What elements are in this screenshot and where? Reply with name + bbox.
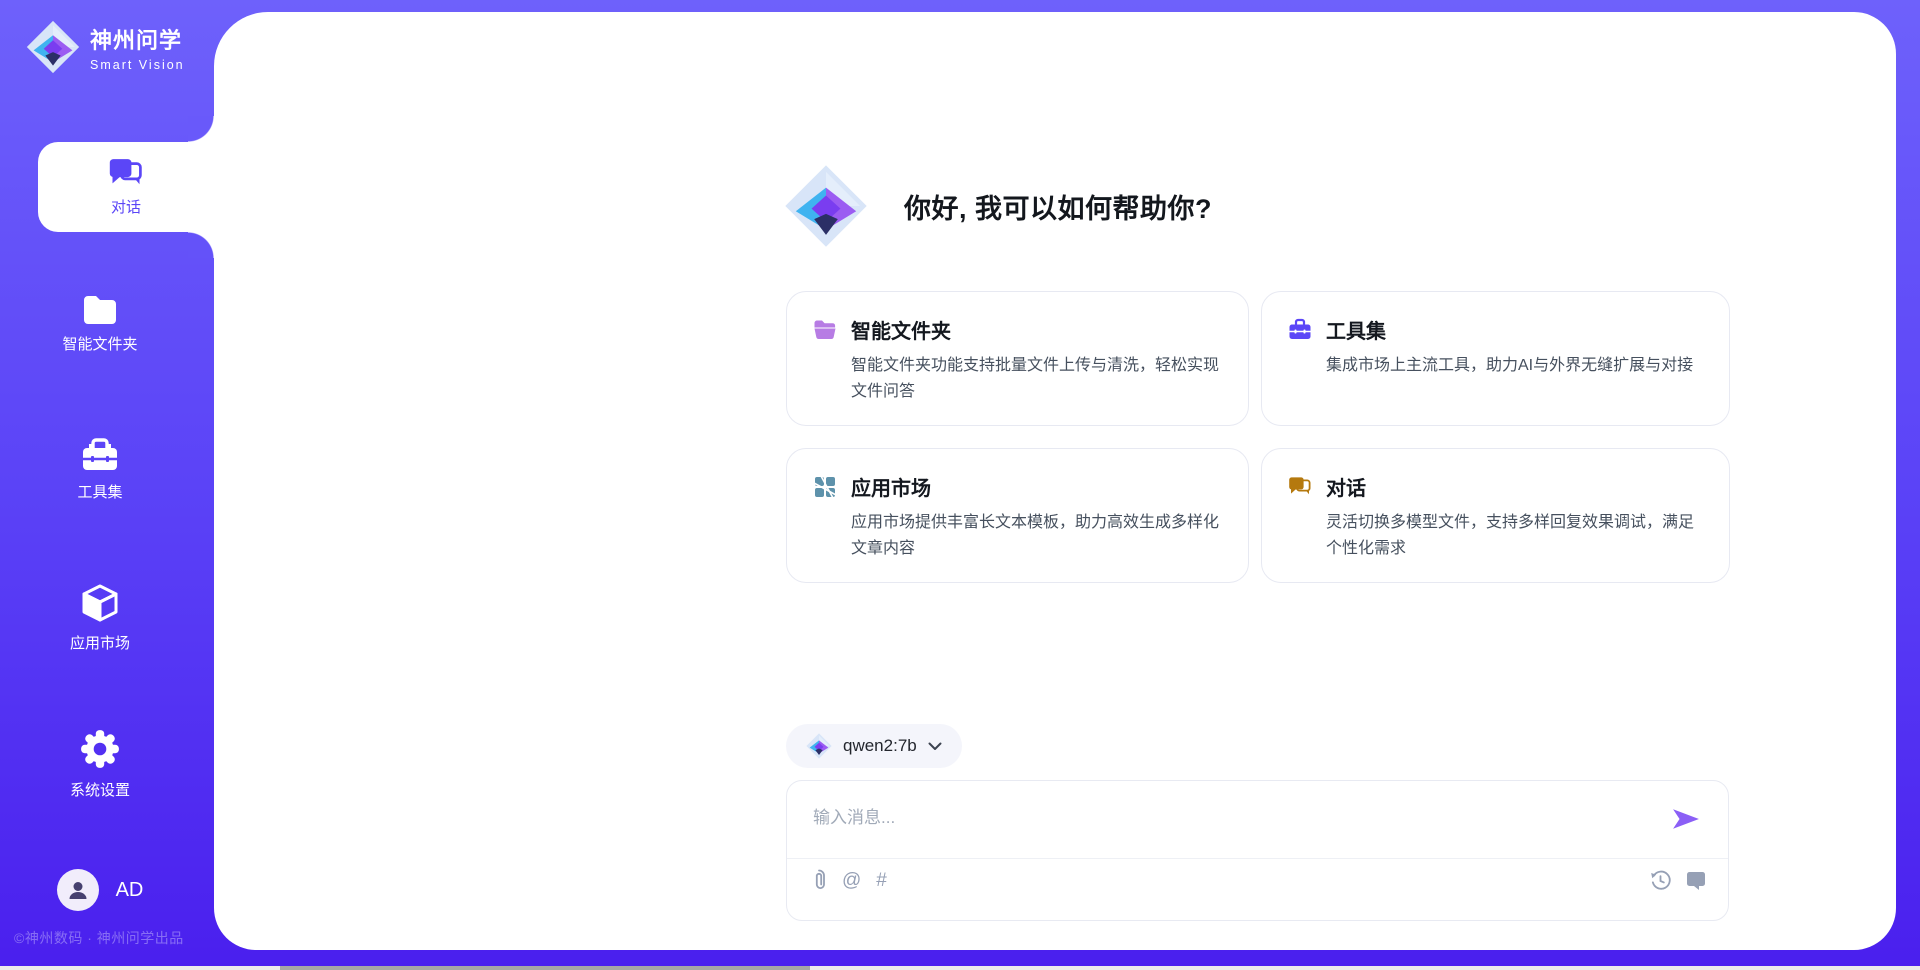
- main-panel: 你好, 我可以如何帮助你? 智能文件夹 智能文件夹功能支持批量文件上传与清洗，轻…: [214, 12, 1896, 950]
- card-toolset[interactable]: 工具集 集成市场上主流工具，助力AI与外界无缝扩展与对接: [1261, 291, 1730, 426]
- brand-logo-icon: [26, 20, 80, 74]
- card-title: 应用市场: [851, 472, 931, 501]
- card-description: 智能文件夹功能支持批量文件上传与清洗，轻松实现文件问答: [851, 353, 1222, 405]
- model-name: qwen2:7b: [843, 736, 917, 756]
- sidebar-item-label: 对话: [111, 196, 141, 217]
- hash-icon[interactable]: #: [876, 871, 887, 890]
- tab-curve-bottom: [188, 232, 214, 258]
- app-root: 神州问学 Smart Vision 对话 智能文件夹: [0, 0, 1920, 970]
- grid-icon: [813, 475, 837, 499]
- model-selector[interactable]: qwen2:7b: [786, 724, 962, 768]
- chat-icon: [108, 157, 144, 190]
- sidebar-item-app-market[interactable]: 应用市场: [0, 583, 200, 653]
- folder-icon: [813, 318, 837, 342]
- card-title: 工具集: [1326, 315, 1386, 344]
- history-icon[interactable]: [1650, 870, 1671, 891]
- sidebar-item-label: 智能文件夹: [62, 333, 137, 354]
- folder-icon: [82, 294, 118, 324]
- chevron-down-icon: [928, 742, 942, 751]
- cube-icon: [80, 583, 120, 623]
- card-description: 集成市场上主流工具，助力AI与外界无缝扩展与对接: [1326, 353, 1703, 379]
- sidebar-item-toolset[interactable]: 工具集: [0, 438, 200, 502]
- card-description: 应用市场提供丰富长文本模板，助力高效生成多样化文章内容: [851, 510, 1222, 562]
- horizontal-scrollbar-thumb[interactable]: [280, 966, 810, 970]
- user-profile[interactable]: AD: [0, 869, 200, 911]
- sidebar-item-chat[interactable]: 对话: [38, 142, 214, 232]
- brand-logo-icon: [806, 733, 832, 759]
- toolbox-icon: [81, 438, 119, 472]
- chat-icon: [1288, 475, 1312, 499]
- person-icon: [66, 878, 90, 902]
- sidebar-item-settings[interactable]: 系统设置: [0, 728, 200, 800]
- card-smart-folders[interactable]: 智能文件夹 智能文件夹功能支持批量文件上传与清洗，轻松实现文件问答: [786, 291, 1249, 426]
- sidebar-item-smart-folders[interactable]: 智能文件夹: [0, 294, 200, 354]
- feature-cards: 智能文件夹 智能文件夹功能支持批量文件上传与清洗，轻松实现文件问答 工具集 集成…: [786, 291, 1730, 583]
- mention-icon[interactable]: @: [842, 871, 861, 890]
- brand: 神州问学 Smart Vision: [26, 20, 185, 74]
- sidebar: 神州问学 Smart Vision 对话 智能文件夹: [0, 0, 214, 970]
- message-input[interactable]: [813, 803, 1653, 851]
- card-title: 智能文件夹: [851, 315, 951, 344]
- toolbox-icon: [1288, 318, 1312, 342]
- horizontal-scrollbar: [0, 966, 1920, 970]
- feedback-icon[interactable]: [1686, 871, 1706, 890]
- user-name: AD: [116, 879, 144, 902]
- attach-icon[interactable]: [811, 869, 827, 891]
- card-chat[interactable]: 对话 灵活切换多模型文件，支持多样回复效果调试，满足个性化需求: [1261, 448, 1730, 583]
- greeting: 你好, 我可以如何帮助你?: [784, 164, 1212, 248]
- message-composer: @ #: [786, 780, 1729, 921]
- card-title: 对话: [1326, 472, 1366, 501]
- brand-name: 神州问学: [90, 23, 185, 55]
- gear-icon: [79, 728, 121, 770]
- sidebar-item-label: 应用市场: [70, 632, 130, 653]
- sidebar-item-label: 系统设置: [70, 779, 130, 800]
- card-description: 灵活切换多模型文件，支持多样回复效果调试，满足个性化需求: [1326, 510, 1703, 562]
- avatar: [57, 869, 99, 911]
- card-app-market[interactable]: 应用市场 应用市场提供丰富长文本模板，助力高效生成多样化文章内容: [786, 448, 1249, 583]
- brand-subtitle: Smart Vision: [90, 58, 185, 72]
- tab-curve-top: [188, 116, 214, 142]
- greeting-text: 你好, 我可以如何帮助你?: [904, 187, 1212, 226]
- brand-logo-icon: [784, 164, 868, 248]
- sidebar-footer-credit: ©神州数码 · 神州问学出品: [14, 928, 184, 948]
- sidebar-item-label: 工具集: [77, 481, 122, 502]
- composer-divider: [787, 858, 1728, 859]
- send-icon[interactable]: [1672, 807, 1700, 831]
